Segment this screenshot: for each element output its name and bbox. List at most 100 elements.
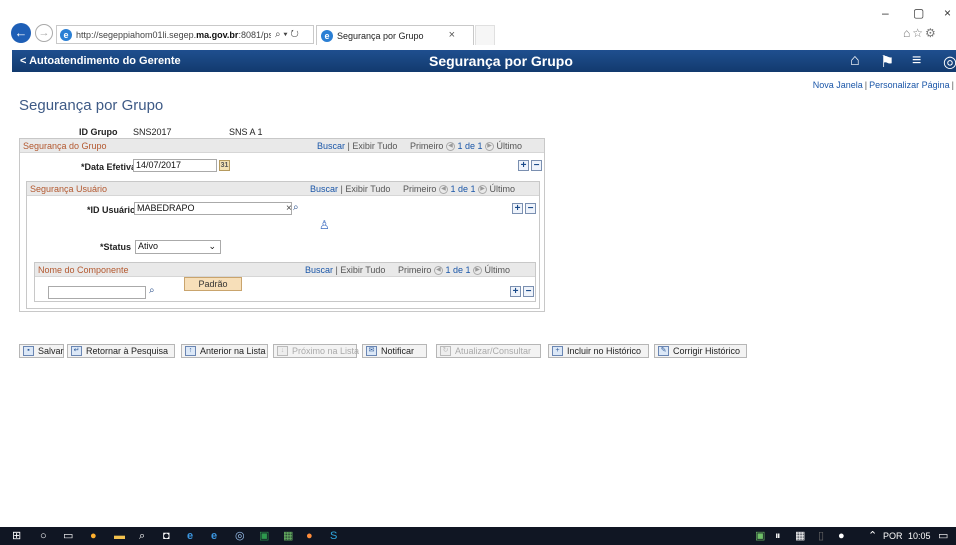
user-info-icon[interactable]: ♙ (319, 218, 330, 232)
forward-arrow-icon[interactable]: → (35, 24, 53, 42)
lookup-search-icon[interactable]: ⌕ (293, 202, 299, 213)
new-tab-button[interactable] (475, 25, 495, 45)
flag-icon[interactable]: ⚑ (880, 52, 894, 72)
correct-history-button[interactable]: ✎ Corrigir Histórico (654, 344, 747, 358)
home-icon[interactable]: ⌂ (850, 52, 860, 70)
find-link[interactable]: Buscar (305, 265, 333, 275)
first-link[interactable]: Primeiro (410, 141, 444, 151)
effective-date-label: *Data Efetiva (81, 162, 137, 172)
find-link[interactable]: Buscar (317, 141, 345, 151)
view-all-link[interactable]: Exibir Tudo (340, 265, 385, 275)
user-security-nav: Buscar | Exibir Tudo Primeiro ◀ 1 de 1 ▶… (310, 184, 516, 195)
close-tab-icon[interactable]: × (449, 29, 455, 41)
status-select[interactable]: Ativo ⌄ (135, 240, 221, 254)
tab-ie-icon: e (321, 29, 333, 42)
tray-app-icon[interactable]: ▣ (755, 530, 765, 542)
firefox-icon[interactable]: ● (306, 530, 313, 542)
last-link[interactable]: Último (497, 141, 523, 151)
add-row-icon[interactable]: + (510, 286, 521, 297)
tray-dot-icon[interactable]: ● (838, 530, 845, 542)
settings-app-icon[interactable]: ◎ (235, 530, 245, 542)
clock[interactable]: 10:05 (908, 531, 931, 541)
app-icon[interactable]: ▦ (283, 530, 293, 542)
status-label: *Status (100, 242, 132, 252)
internet-explorer-icon[interactable]: e (187, 530, 193, 542)
previous-in-list-button[interactable]: ↑ Anterior na Lista (181, 344, 268, 358)
tray-network-icon[interactable]: ▦ (795, 530, 805, 542)
delete-row-icon[interactable]: − (525, 203, 536, 214)
search-app-icon[interactable]: ⌕ (139, 530, 145, 542)
component-nav: Buscar | Exibir Tudo Primeiro ◀ 1 de 1 ▶… (305, 265, 511, 276)
user-id-input[interactable]: MABEDRAPO (134, 202, 292, 215)
add-row-icon[interactable]: + (518, 160, 529, 171)
group-security-nav: Buscar | Exibir Tudo Primeiro ◀ 1 de 1 ▶… (317, 141, 523, 152)
calendar-icon[interactable]: 31 (219, 160, 230, 171)
navbar-icon[interactable]: ◎ (943, 52, 956, 72)
new-window-link[interactable]: Nova Janela (813, 80, 863, 90)
return-to-search-button[interactable]: ↵ Retornar à Pesquisa (67, 344, 175, 358)
prev-arrow-icon[interactable]: ◀ (433, 266, 443, 276)
default-button[interactable]: Padrão (184, 277, 242, 291)
language-indicator[interactable]: POR (883, 531, 903, 541)
tray-pause-icon[interactable]: ⏸ (775, 530, 781, 542)
windows-start-icon[interactable]: ⊞ (12, 530, 21, 542)
task-view-icon[interactable]: ▭ (63, 530, 73, 542)
save-button[interactable]: ▪ Salvar (19, 344, 64, 358)
address-bar[interactable]: e http://segeppiahom01li.segep.ma.gov.br… (56, 25, 314, 44)
next-in-list-button[interactable]: ↓ Próximo na Lista (273, 344, 359, 358)
first-link[interactable]: Primeiro (403, 184, 437, 194)
next-arrow-icon[interactable]: ▶ (485, 142, 495, 152)
previous-icon: ↑ (185, 346, 196, 356)
url-text[interactable]: http://segeppiahom01li.segep.ma.gov.br:8… (76, 30, 271, 40)
next-arrow-icon[interactable]: ▶ (478, 185, 488, 195)
file-explorer-icon[interactable]: ▬ (114, 530, 125, 542)
prev-arrow-icon[interactable]: ◀ (438, 185, 448, 195)
status-selected-value: Ativo (138, 241, 159, 251)
chevron-down-icon[interactable]: ⌄ (208, 241, 216, 252)
component-name-input[interactable] (48, 286, 146, 299)
minimize-icon[interactable]: – (882, 6, 889, 20)
close-window-icon[interactable]: × (944, 6, 951, 20)
chevron-up-icon[interactable]: ⌃ (868, 530, 877, 542)
search-refresh-icon[interactable]: ⌕ ▾ ↻ (275, 29, 299, 40)
top-links: Nova Janela | Personalizar Página | (813, 80, 956, 90)
clear-icon[interactable]: × (286, 203, 292, 214)
user-security-title: Segurança Usuário (30, 184, 108, 194)
find-link[interactable]: Buscar (310, 184, 338, 194)
browser-tools-icon[interactable]: ⌂☆⚙ (903, 26, 938, 40)
edge-icon[interactable]: e (211, 530, 217, 542)
last-link[interactable]: Último (490, 184, 516, 194)
row-count: 1 de 1 (445, 265, 471, 275)
notify-button[interactable]: ✉ Notificar (362, 344, 427, 358)
effective-date-input[interactable]: 14/07/2017 (133, 159, 217, 172)
prev-arrow-icon[interactable]: ◀ (445, 142, 455, 152)
restore-icon[interactable]: ▢ (913, 6, 924, 20)
chrome-icon[interactable]: ● (90, 530, 97, 542)
back-to-manager-link[interactable]: < Autoatendimento do Gerente (20, 55, 181, 67)
skype-icon[interactable]: S (330, 530, 337, 542)
menu-icon[interactable]: ≡ (912, 52, 921, 70)
view-all-link[interactable]: Exibir Tudo (352, 141, 397, 151)
notifications-icon[interactable]: ▭ (938, 530, 948, 542)
next-arrow-icon[interactable]: ▶ (473, 266, 483, 276)
ie-logo-icon: e (60, 28, 72, 41)
add-row-icon[interactable]: + (512, 203, 523, 214)
row-count: 1 de 1 (450, 184, 476, 194)
include-history-button[interactable]: + Incluir no Histórico (548, 344, 649, 358)
back-arrow-icon[interactable]: ← (11, 23, 31, 43)
group-id-value: SNS2017 (133, 127, 172, 137)
refresh-button[interactable]: ↻ Atualizar/Consultar (436, 344, 541, 358)
lookup-search-icon[interactable]: ⌕ (149, 285, 155, 296)
delete-row-icon[interactable]: − (531, 160, 542, 171)
delete-row-icon[interactable]: − (523, 286, 534, 297)
cortana-icon[interactable]: ○ (40, 530, 47, 542)
last-link[interactable]: Último (485, 265, 511, 275)
personalize-page-link[interactable]: Personalizar Página (869, 80, 950, 90)
excel-icon[interactable]: ▣ (259, 530, 269, 542)
browser-tab[interactable]: e Segurança por Grupo × (316, 25, 474, 45)
view-all-link[interactable]: Exibir Tudo (345, 184, 390, 194)
first-link[interactable]: Primeiro (398, 265, 432, 275)
store-icon[interactable]: ◘ (163, 530, 170, 542)
tray-icon[interactable]: ▯ (818, 530, 824, 542)
correct-history-icon: ✎ (658, 346, 669, 356)
